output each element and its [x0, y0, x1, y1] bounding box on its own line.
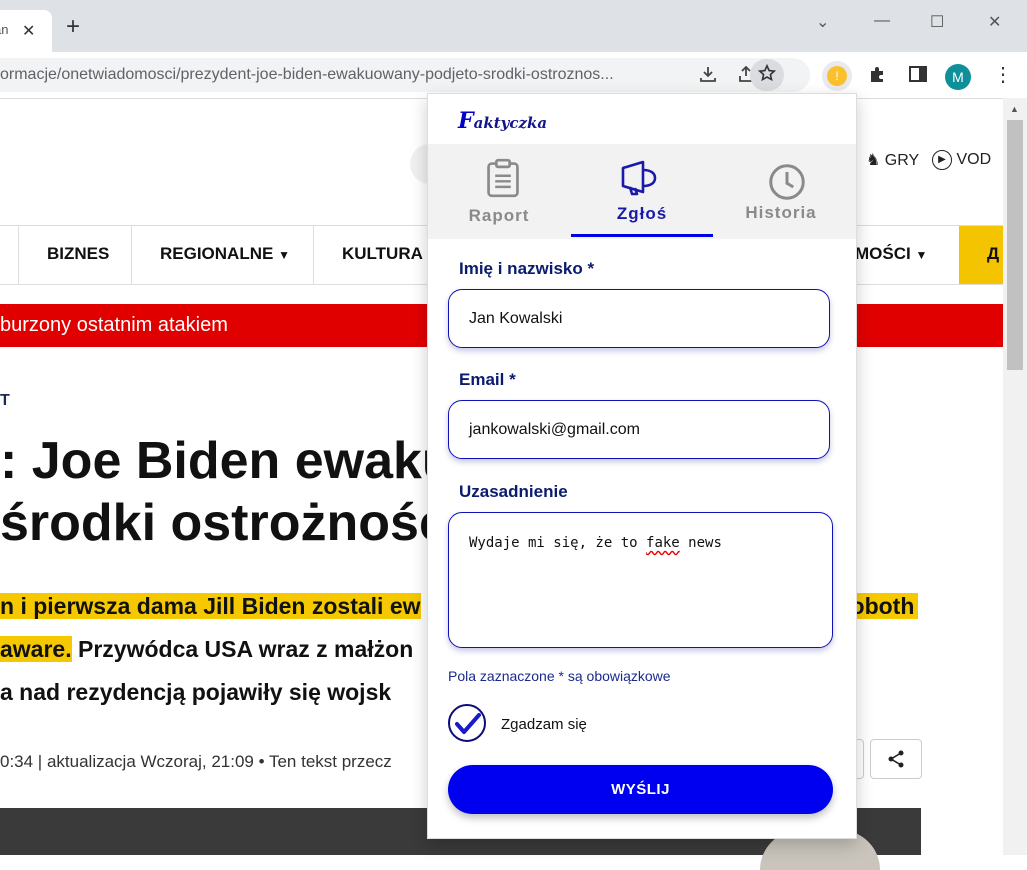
email-label: Email *	[459, 370, 516, 389]
close-icon[interactable]: ✕	[22, 21, 35, 41]
vod-link[interactable]: ▶ VOD	[932, 150, 991, 170]
nav-divider	[18, 226, 19, 284]
active-tab-indicator	[571, 234, 713, 237]
chevron-down-icon[interactable]: ⌄	[816, 12, 829, 32]
nav-item-regionalne[interactable]: REGIONALNE ▼	[160, 244, 290, 264]
faktyczka-logo: Faktyczka	[458, 108, 548, 134]
agree-label[interactable]: Zgadzam się	[501, 716, 587, 733]
name-label: Imię i nazwisko *	[459, 259, 595, 278]
caret-down-icon: ▼	[915, 248, 928, 262]
scroll-thumb[interactable]	[1007, 120, 1023, 370]
agree-checkbox[interactable]	[448, 704, 486, 742]
maximize-icon[interactable]: ☐	[930, 12, 944, 32]
play-icon: ▶	[932, 150, 952, 170]
article-meta: 0:34 | aktualizacja Wczoraj, 21:09 • Ten…	[0, 752, 392, 771]
avatar[interactable]: M	[945, 64, 971, 90]
plus-icon[interactable]: +	[66, 15, 80, 39]
article-headline: : Joe Biden ewakuo środki ostrożności	[0, 432, 486, 552]
name-field[interactable]: Jan Kowalski	[448, 289, 830, 348]
checkmark-icon	[455, 713, 481, 734]
address-bar[interactable]: ormacje/onetwiadomosci/prezydent-joe-bid…	[0, 58, 810, 92]
download-icon[interactable]	[698, 64, 718, 89]
required-note: Pola zaznaczone * są obowiązkowe	[448, 668, 671, 684]
tab-zglos[interactable]: Zgłoś	[571, 144, 713, 239]
scroll-up-icon[interactable]: ▲	[1010, 104, 1019, 114]
submit-button[interactable]: WYŚLIJ	[448, 765, 833, 814]
name-value: Jan Kowalski	[469, 310, 563, 327]
email-field[interactable]: jankowalski@gmail.com	[448, 400, 830, 459]
reason-textarea[interactable]: Wydaje mi się, że to fake news	[448, 512, 833, 648]
chess-icon: ♞	[866, 152, 881, 169]
star-icon	[757, 63, 777, 87]
reason-value: Wydaje mi się, że to fake news	[469, 535, 722, 551]
megaphone-icon	[621, 160, 657, 196]
clipboard-icon	[487, 158, 519, 198]
puzzle-icon[interactable]	[868, 64, 888, 89]
sidepanel-icon[interactable]	[908, 64, 928, 89]
games-link[interactable]: ♞ GRY	[866, 150, 919, 170]
nav-divider	[313, 226, 314, 284]
clock-icon	[769, 164, 805, 200]
browser-tab[interactable]: an ✕	[0, 10, 52, 52]
share-icon	[886, 749, 906, 774]
article-lead-line: a nad rezydencją pojawiły się wojsk	[0, 679, 392, 705]
faktyczka-extension-button[interactable]: !	[822, 61, 852, 91]
faktyczka-popup: Faktyczka Raport Zgłoś Historia Imię i n…	[427, 93, 857, 839]
tab-historia[interactable]: Historia	[714, 144, 856, 239]
caret-down-icon: ▼	[278, 248, 290, 262]
email-value: jankowalski@gmail.com	[469, 421, 640, 438]
tab-title-fragment: an	[0, 22, 9, 37]
nav-item-wiadomosci[interactable]: MOŚCI ▼	[855, 244, 927, 264]
reason-label: Uzasadnienie	[459, 482, 568, 501]
browser-toolbar: ormacje/onetwiadomosci/prezydent-joe-bid…	[0, 52, 1027, 99]
nav-item-biznes[interactable]: BIZNES	[47, 244, 109, 264]
breaking-news-text: burzony ostatnim atakiem	[0, 314, 228, 336]
nav-divider	[131, 226, 132, 284]
nav-highlight-item[interactable]: Д	[959, 226, 1003, 284]
menu-dots-icon[interactable]: ⋮	[993, 62, 1013, 87]
minimize-icon[interactable]: —	[874, 12, 890, 30]
tab-strip: an ✕ + ⌄ — ☐ ✕	[0, 0, 1027, 52]
share-button[interactable]	[870, 739, 922, 779]
page-scrollbar[interactable]: ▲	[1003, 98, 1027, 855]
bookmark-button[interactable]	[750, 59, 784, 91]
popup-tabs: Raport Zgłoś Historia	[428, 144, 856, 239]
url-text: ormacje/onetwiadomosci/prezydent-joe-bid…	[0, 66, 614, 83]
window-close-icon[interactable]: ✕	[988, 12, 1001, 32]
article-kicker: T	[0, 392, 10, 409]
extension-icon: !	[827, 66, 847, 86]
nav-item-kultura[interactable]: KULTURA	[342, 244, 423, 264]
tab-raport[interactable]: Raport	[428, 144, 570, 239]
